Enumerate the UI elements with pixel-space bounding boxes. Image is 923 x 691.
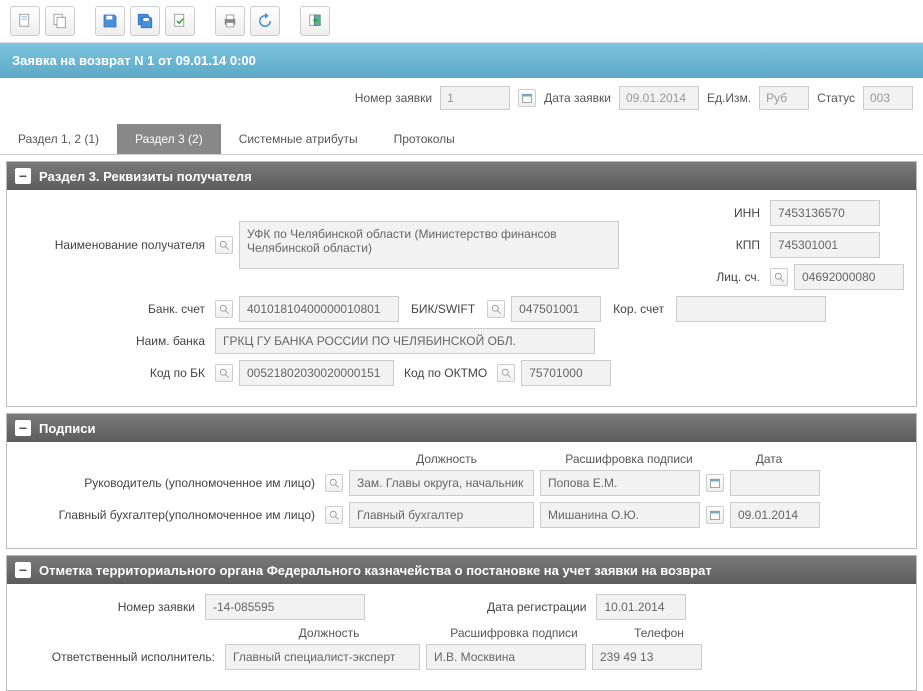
treasury-title: Отметка территориального органа Федераль…	[39, 563, 712, 578]
title-bar: Заявка на возврат N 1 от 09.01.14 0:00	[0, 43, 923, 78]
col-phone: Телефон	[599, 626, 719, 640]
treasury-panel: − Отметка территориального органа Федера…	[6, 555, 917, 691]
recipient-field[interactable]	[239, 221, 619, 269]
kpp-label: КПП	[704, 238, 764, 252]
tab-section-3[interactable]: Раздел 3 (2)	[117, 124, 221, 154]
date-picker-icon[interactable]	[706, 506, 724, 524]
acc-date-field[interactable]	[730, 502, 820, 528]
tab-section-1-2[interactable]: Раздел 1, 2 (1)	[0, 124, 117, 154]
treasury-num-label: Номер заявки	[19, 600, 199, 614]
signatures-title: Подписи	[39, 421, 95, 436]
tool-doc-icon[interactable]	[10, 6, 40, 36]
tool-refresh-icon[interactable]	[250, 6, 280, 36]
header-row: Номер заявки Дата заявки Ед.Изм. Статус	[0, 78, 923, 118]
collapse-icon[interactable]: −	[15, 420, 31, 436]
date-picker-icon[interactable]	[706, 474, 724, 492]
inn-field[interactable]	[770, 200, 880, 226]
treasury-regdate-label: Дата регистрации	[487, 600, 590, 614]
bik-label: БИК/SWIFT	[405, 302, 481, 316]
resp-name-field[interactable]	[426, 644, 586, 670]
head-position-field[interactable]	[349, 470, 534, 496]
tool-copy-icon[interactable]	[45, 6, 75, 36]
oktmo-field[interactable]	[521, 360, 611, 386]
signatures-head: − Подписи	[7, 414, 916, 442]
section3-head: − Раздел 3. Реквизиты получателя	[7, 162, 916, 190]
date-label: Дата заявки	[544, 91, 611, 105]
tool-check-icon[interactable]	[165, 6, 195, 36]
title-text: Заявка на возврат N 1 от 09.01.14 0:00	[12, 53, 256, 68]
lookup-icon[interactable]	[325, 474, 343, 492]
tool-export-icon[interactable]	[300, 6, 330, 36]
bank-acc-field[interactable]	[239, 296, 399, 322]
col-position: Должность	[349, 452, 544, 466]
collapse-icon[interactable]: −	[15, 562, 31, 578]
lookup-icon[interactable]	[325, 506, 343, 524]
status-label: Статус	[817, 91, 855, 105]
kpp-field[interactable]	[770, 232, 880, 258]
resp-phone-field[interactable]	[592, 644, 702, 670]
number-field[interactable]	[440, 86, 510, 110]
unit-label: Ед.Изм.	[707, 91, 751, 105]
resp-label: Ответственный исполнитель:	[19, 650, 219, 664]
bk-label: Код по БК	[19, 366, 209, 380]
date-field[interactable]	[619, 86, 699, 110]
treasury-regdate-field[interactable]	[596, 594, 686, 620]
tabs: Раздел 1, 2 (1) Раздел 3 (2) Системные а…	[0, 124, 923, 155]
signatures-panel: − Подписи Должность Расшифровка подписи …	[6, 413, 917, 549]
bank-name-field[interactable]	[215, 328, 595, 354]
toolbar	[0, 0, 923, 43]
head-name-field[interactable]	[540, 470, 700, 496]
head-date-field[interactable]	[730, 470, 820, 496]
recipient-label: Наименование получателя	[19, 238, 209, 252]
bik-field[interactable]	[511, 296, 601, 322]
head-label: Руководитель (уполномоченное им лицо)	[19, 476, 319, 490]
col-name: Расшифровка подписи	[429, 626, 599, 640]
acc-name-field[interactable]	[540, 502, 700, 528]
lic-field[interactable]	[794, 264, 904, 290]
acc-position-field[interactable]	[349, 502, 534, 528]
lookup-icon[interactable]	[215, 364, 233, 382]
col-date: Дата	[714, 452, 824, 466]
resp-position-field[interactable]	[225, 644, 420, 670]
col-name: Расшифровка подписи	[544, 452, 714, 466]
inn-label: ИНН	[704, 206, 764, 220]
tab-protocols[interactable]: Протоколы	[376, 124, 473, 154]
lookup-icon[interactable]	[215, 236, 233, 254]
bk-field[interactable]	[239, 360, 394, 386]
bank-name-label: Наим. банка	[19, 334, 209, 348]
kor-label: Кор. счет	[607, 302, 670, 316]
oktmo-label: Код по ОКТМО	[400, 366, 491, 380]
acc-label: Главный бухгалтер(уполномоченное им лицо…	[19, 508, 319, 522]
lookup-icon[interactable]	[497, 364, 515, 382]
bank-acc-label: Банк. счет	[19, 302, 209, 316]
treasury-num-field[interactable]	[205, 594, 365, 620]
section3-panel: − Раздел 3. Реквизиты получателя Наимено…	[6, 161, 917, 407]
tool-save-all-icon[interactable]	[130, 6, 160, 36]
lic-label: Лиц. сч.	[704, 270, 764, 284]
unit-field[interactable]	[759, 86, 809, 110]
collapse-icon[interactable]: −	[15, 168, 31, 184]
tool-save-icon[interactable]	[95, 6, 125, 36]
status-field[interactable]	[863, 86, 913, 110]
number-label: Номер заявки	[355, 91, 432, 105]
col-position: Должность	[229, 626, 429, 640]
treasury-head: − Отметка территориального органа Федера…	[7, 556, 916, 584]
kor-field[interactable]	[676, 296, 826, 322]
lookup-icon[interactable]	[215, 300, 233, 318]
tool-print-icon[interactable]	[215, 6, 245, 36]
lookup-icon[interactable]	[770, 268, 788, 286]
tab-system-attrs[interactable]: Системные атрибуты	[221, 124, 376, 154]
lookup-icon[interactable]	[487, 300, 505, 318]
date-picker-icon[interactable]	[518, 89, 536, 107]
section3-title: Раздел 3. Реквизиты получателя	[39, 169, 252, 184]
